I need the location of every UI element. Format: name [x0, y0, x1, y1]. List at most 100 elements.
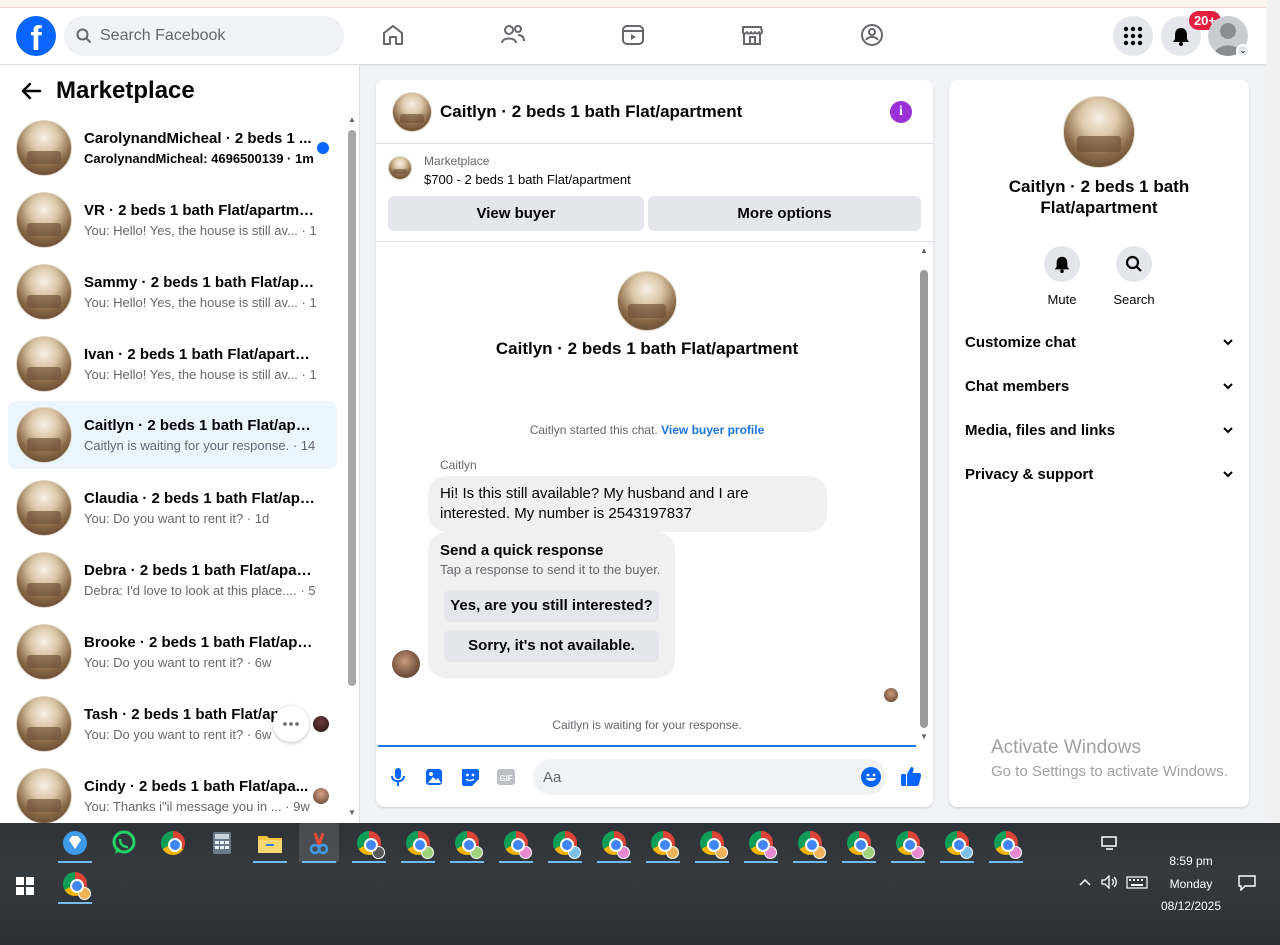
whatsapp-icon	[112, 830, 136, 854]
conversation-item[interactable]: Brooke · 2 beds 1 bath Flat/apar... You:…	[8, 618, 337, 686]
chat-thumbnail[interactable]	[392, 92, 432, 132]
volume-icon[interactable]	[1101, 874, 1119, 892]
thumbs-up-icon[interactable]	[899, 764, 923, 788]
more-options-button[interactable]: More options	[648, 196, 921, 231]
section-label: Chat members	[965, 377, 1070, 395]
search-input[interactable]	[100, 27, 320, 45]
sticker-icon[interactable]	[459, 766, 481, 788]
conversation-item[interactable]: Ivan · 2 beds 1 bath Flat/apartm... You:…	[8, 330, 337, 398]
composer-focus-line	[378, 745, 916, 747]
window-scrollbar[interactable]	[1266, 0, 1280, 823]
conversation-name: CarolynandMicheal · 2 beds 1 ...	[84, 130, 312, 147]
conversation-preview: CarolynandMicheal: 4696500139 · 1m	[84, 151, 314, 166]
emoji-icon[interactable]	[861, 767, 881, 787]
taskbar-chrome-profile[interactable]	[937, 823, 977, 863]
message-input[interactable]	[533, 759, 886, 795]
taskbar-chrome-profile[interactable]	[398, 823, 438, 863]
search-box[interactable]	[64, 16, 344, 56]
conversation-item-active[interactable]: Caitlyn · 2 beds 1 bath Flat/apart... Ca…	[8, 401, 337, 469]
home-icon[interactable]	[378, 20, 408, 50]
microphone-icon[interactable]	[387, 766, 409, 788]
taskbar-chrome-profile[interactable]	[496, 823, 536, 863]
notifications-button[interactable]: 20+	[1161, 11, 1221, 56]
conversation-item[interactable]: Debra · 2 beds 1 bath Flat/apart... Debr…	[8, 546, 337, 614]
chevron-up-icon[interactable]	[1078, 876, 1092, 890]
taskbar-chrome-profile[interactable]	[447, 823, 487, 863]
clock-time[interactable]: 8:59 pm	[1156, 854, 1226, 868]
network-icon[interactable]	[1101, 836, 1119, 853]
taskbar-chrome-profile[interactable]	[545, 823, 585, 863]
chrome-icon	[749, 831, 777, 859]
chrome-icon	[63, 872, 91, 900]
taskbar-chrome-profile[interactable]	[349, 823, 389, 863]
listing-price[interactable]: $700 - 2 beds 1 bath Flat/apartment	[424, 172, 631, 187]
video-icon[interactable]	[618, 20, 648, 50]
view-buyer-profile-link[interactable]: View buyer profile	[661, 423, 764, 437]
friends-icon[interactable]	[498, 20, 528, 50]
groups-icon[interactable]	[857, 20, 887, 50]
search-button[interactable]: Search	[1104, 246, 1164, 307]
quick-response-card: Send a quick response Tap a response to …	[428, 532, 675, 678]
conversation-item[interactable]: CarolynandMicheal · 2 beds 1 ... Carolyn…	[8, 114, 337, 182]
conversation-item[interactable]: Claudia · 2 beds 1 bath Flat/apar... You…	[8, 474, 337, 542]
facebook-logo[interactable]: f	[16, 16, 56, 56]
scrollbar-thumb[interactable]	[920, 270, 928, 728]
scroll-down-icon[interactable]: ▼	[920, 732, 928, 741]
conversation-name: VR · 2 beds 1 bath Flat/apartment	[84, 202, 316, 219]
conversation-preview: You: Hello! Yes, the house is still av..…	[84, 367, 316, 382]
taskbar-chrome-profile[interactable]	[643, 823, 683, 863]
privacy-support-section[interactable]: Privacy & support	[965, 456, 1233, 492]
view-buyer-button[interactable]: View buyer	[388, 196, 644, 231]
scroll-down-icon[interactable]: ▼	[348, 808, 356, 817]
quick-reply-button[interactable]: Sorry, it's not available.	[444, 630, 659, 662]
clock-day[interactable]: Monday	[1156, 877, 1226, 891]
taskbar-chrome-profile[interactable]	[986, 823, 1026, 863]
customize-chat-section[interactable]: Customize chat	[965, 324, 1233, 360]
taskbar-app-whatsapp[interactable]	[104, 823, 144, 863]
conversation-item[interactable]: VR · 2 beds 1 bath Flat/apartment You: H…	[8, 186, 337, 254]
taskbar-chrome-profile[interactable]	[839, 823, 879, 863]
conversation-item[interactable]: Cindy · 2 beds 1 bath Flat/apa... You: T…	[8, 762, 337, 823]
scrollbar-thumb[interactable]	[348, 130, 356, 686]
taskbar-app-file-explorer[interactable]	[250, 823, 290, 863]
message-composer: GIF	[376, 752, 933, 804]
conversation-item[interactable]: Sammy · 2 beds 1 bath Flat/apar... You: …	[8, 258, 337, 326]
keyboard-icon[interactable]	[1126, 876, 1148, 892]
chevron-down-icon[interactable]: ⌄	[1236, 44, 1250, 58]
clock-date[interactable]: 08/12/2025	[1156, 899, 1226, 913]
chat-title[interactable]: Caitlyn · 2 beds 1 bath Flat/apartment	[440, 102, 742, 122]
section-label: Media, files and links	[965, 421, 1116, 439]
sender-avatar[interactable]	[392, 650, 420, 678]
back-arrow-icon[interactable]	[20, 80, 42, 102]
taskbar-chrome-profile[interactable]	[888, 823, 928, 863]
taskbar-chrome-profile[interactable]	[55, 864, 95, 904]
taskbar-chrome-profile[interactable]	[741, 823, 781, 863]
chat-scrollbar[interactable]: ▲ ▼	[917, 244, 931, 744]
conversation-preview: You: Hello! Yes, the house is still av..…	[84, 295, 316, 310]
taskbar-app-google[interactable]	[153, 823, 193, 863]
conversation-preview: You: Do you want to rent it? · 1d	[84, 511, 270, 526]
windows-start-icon[interactable]	[16, 877, 34, 895]
conversation-list-scrollbar[interactable]: ▲ ▼	[346, 115, 358, 823]
more-options-button[interactable]	[273, 706, 309, 742]
media-files-section[interactable]: Media, files and links	[965, 412, 1233, 448]
taskbar-app-diamond[interactable]	[55, 823, 95, 863]
chevron-down-icon	[1223, 383, 1233, 390]
info-icon[interactable]: i	[890, 101, 912, 123]
quick-reply-button[interactable]: Yes, are you still interested?	[444, 590, 659, 622]
conversation-preview: You: Do you want to rent it? · 6w	[84, 655, 272, 670]
taskbar-app-calculator[interactable]	[202, 823, 242, 863]
taskbar-chrome-profile[interactable]	[594, 823, 634, 863]
taskbar-chrome-profile[interactable]	[790, 823, 830, 863]
notification-center-icon[interactable]	[1238, 875, 1256, 894]
marketplace-icon[interactable]	[737, 20, 767, 50]
taskbar-chrome-profile[interactable]	[692, 823, 732, 863]
photo-icon[interactable]	[423, 766, 445, 788]
gif-icon[interactable]: GIF	[495, 766, 517, 788]
menu-grid-button[interactable]	[1113, 16, 1153, 56]
taskbar-app-snipping[interactable]	[299, 823, 339, 863]
mute-button[interactable]: Mute	[1032, 246, 1092, 307]
scroll-up-icon[interactable]: ▲	[920, 246, 928, 255]
scroll-up-icon[interactable]: ▲	[348, 115, 356, 124]
chat-members-section[interactable]: Chat members	[965, 368, 1233, 404]
